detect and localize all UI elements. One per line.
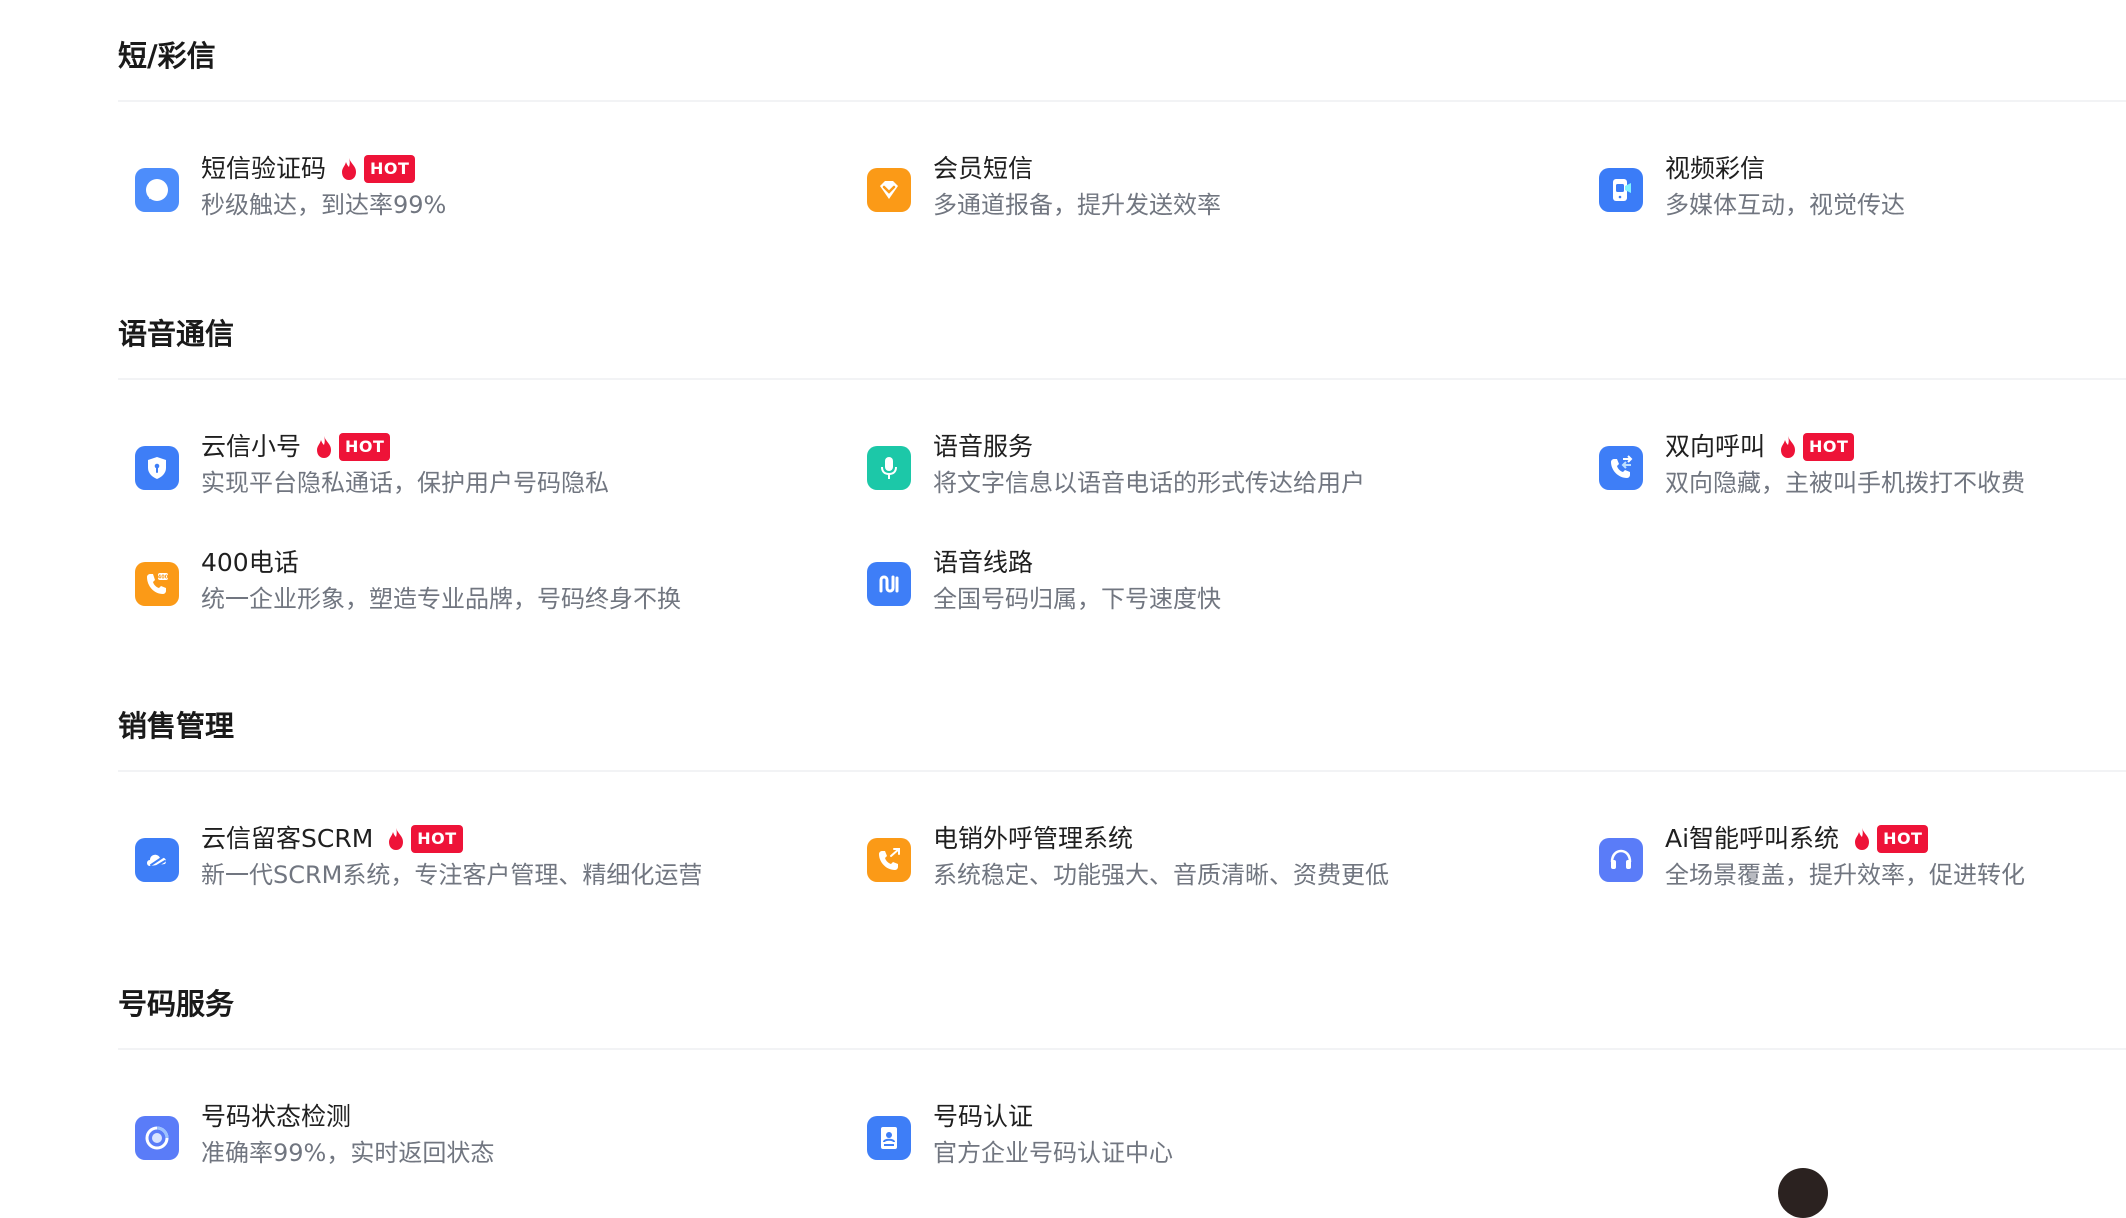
product-name: 号码认证 [933, 1102, 1034, 1131]
section-title: 号码服务 [118, 987, 235, 1021]
product-item-number-auth[interactable]: 号码认证 官方企业号码认证中心 [850, 1096, 1550, 1176]
product-desc: 将文字信息以语音电话的形式传达给用户 [933, 469, 1365, 497]
section-title: 短/彩信 [118, 39, 216, 73]
product-desc: 全场景覆盖，提升效率，促进转化 [1665, 861, 2025, 889]
product-name: 云信小号 [201, 432, 302, 461]
status-ring-icon [135, 1116, 179, 1160]
phone-400-icon: 400 [135, 562, 179, 606]
flame-icon [317, 436, 332, 458]
divider [118, 100, 2126, 102]
phone-video-icon [1599, 168, 1643, 212]
flame-icon [389, 828, 404, 850]
svg-text:400: 400 [158, 575, 169, 581]
hot-label: HOT [411, 825, 463, 853]
product-name: 语音服务 [933, 432, 1034, 461]
headset-icon [1599, 838, 1643, 882]
hot-label: HOT [1877, 825, 1929, 853]
hot-label: HOT [364, 155, 416, 183]
product-name: 400电话 [201, 548, 299, 577]
product-name: 短信验证码 [201, 154, 327, 183]
product-desc: 多媒体互动，视觉传达 [1665, 191, 1905, 219]
product-name: 视频彩信 [1665, 154, 1766, 183]
divider [118, 378, 2126, 380]
product-desc: 官方企业号码认证中心 [933, 1139, 1173, 1167]
hot-badge: HOT [313, 432, 391, 462]
phone-transfer-icon [1599, 446, 1643, 490]
product-item-video-mms[interactable]: 视频彩信 多媒体互动，视觉传达 [1582, 148, 2126, 228]
hot-badge: HOT [1851, 824, 1929, 854]
product-desc: 准确率99%，实时返回状态 [201, 1139, 495, 1167]
product-desc: 新一代SCRM系统，专注客户管理、精细化运营 [201, 861, 703, 889]
product-name: 云信留客SCRM [201, 824, 374, 853]
line-route-icon [867, 562, 911, 606]
product-desc: 双向隐藏，主被叫手机拨打不收费 [1665, 469, 2025, 497]
hot-badge: HOT [385, 824, 463, 854]
hot-badge: HOT [338, 154, 416, 184]
product-item-voice-service[interactable]: 语音服务 将文字信息以语音电话的形式传达给用户 [850, 426, 1550, 506]
microphone-icon [867, 446, 911, 490]
product-desc: 全国号码归属，下号速度快 [933, 585, 1221, 613]
product-desc: 秒级触达，到达率99% [201, 191, 447, 219]
product-name: 双向呼叫 [1665, 432, 1766, 461]
id-badge-icon [867, 1116, 911, 1160]
flame-icon [342, 158, 357, 180]
outbound-call-icon [867, 838, 911, 882]
product-desc: 统一企业形象，塑造专业品牌，号码终身不换 [201, 585, 681, 613]
hot-badge: HOT [1777, 432, 1855, 462]
divider [118, 1048, 2126, 1050]
product-item-scrm[interactable]: 云信留客SCRM HOT 新一代SCRM系统，专注客户管理、精细化运营 [118, 818, 818, 898]
product-item-member-sms[interactable]: 会员短信 多通道报备，提升发送效率 [850, 148, 1550, 228]
product-item-two-way-call[interactable]: 双向呼叫 HOT 双向隐藏，主被叫手机拨打不收费 [1582, 426, 2126, 506]
product-name: 会员短信 [933, 154, 1034, 183]
product-name: 电销外呼管理系统 [933, 824, 1134, 853]
product-item-virtual-number[interactable]: 云信小号 HOT 实现平台隐私通话，保护用户号码隐私 [118, 426, 818, 506]
diamond-icon [867, 168, 911, 212]
flame-icon [1855, 828, 1870, 850]
hot-label: HOT [339, 433, 391, 461]
product-item-ai-call[interactable]: Ai智能呼叫系统 HOT 全场景覆盖，提升效率，促进转化 [1582, 818, 2126, 898]
product-desc: 系统稳定、功能强大、音质清晰、资费更低 [933, 861, 1389, 889]
shield-icon [135, 446, 179, 490]
hot-label: HOT [1803, 433, 1855, 461]
product-name: 语音线路 [933, 548, 1034, 577]
product-desc: 多通道报备，提升发送效率 [933, 191, 1221, 219]
section-title: 销售管理 [118, 709, 235, 743]
product-item-voice-line[interactable]: 语音线路 全国号码归属，下号速度快 [850, 542, 1550, 622]
product-desc: 实现平台隐私通话，保护用户号码隐私 [201, 469, 609, 497]
chat-bubble-icon [135, 168, 179, 212]
product-name: 号码状态检测 [201, 1102, 352, 1131]
section-title: 语音通信 [118, 317, 235, 351]
product-name: Ai智能呼叫系统 [1665, 824, 1840, 853]
divider [118, 770, 2126, 772]
cloud-link-icon [135, 838, 179, 882]
avatar[interactable] [1778, 1168, 1828, 1218]
product-item-sms-verification[interactable]: 短信验证码 HOT 秒级触达，到达率99% [118, 148, 818, 228]
flame-icon [1781, 436, 1796, 458]
product-item-number-status[interactable]: 号码状态检测 准确率99%，实时返回状态 [118, 1096, 818, 1176]
product-item-outbound-system[interactable]: 电销外呼管理系统 系统稳定、功能强大、音质清晰、资费更低 [850, 818, 1550, 898]
product-item-400-phone[interactable]: 400 400电话 统一企业形象，塑造专业品牌，号码终身不换 [118, 542, 818, 622]
